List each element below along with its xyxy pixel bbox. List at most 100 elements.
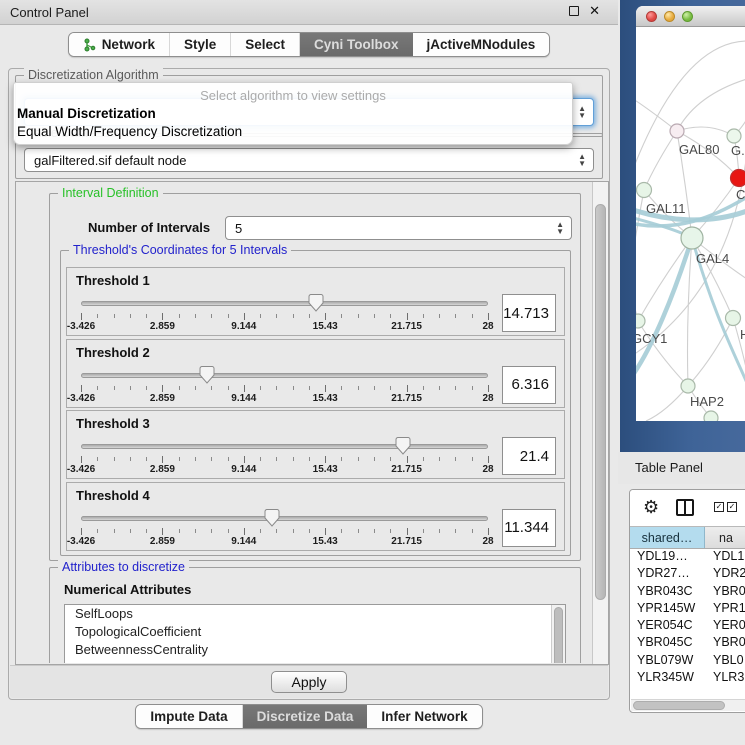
tick-label: 15.43 (313, 536, 338, 547)
attribute-list-item[interactable]: SelfLoops (65, 605, 565, 623)
tab-cyni-toolbox[interactable]: Cyni Toolbox (300, 33, 413, 56)
mac-minimize-icon[interactable] (664, 11, 675, 22)
tick-mark (146, 529, 147, 533)
dropdown-item-equal-width-frequency[interactable]: Equal Width/Frequency Discretization (14, 123, 572, 141)
num-intervals-combobox[interactable]: 5 ▲▼ (225, 216, 572, 240)
tick-mark (472, 386, 473, 390)
tick-label: -3.426 (67, 536, 95, 547)
tab-select[interactable]: Select (231, 33, 300, 56)
select-columns-icons[interactable]: ✓ ✓ (714, 502, 737, 512)
threshold-value-field[interactable]: 11.344 (502, 509, 556, 547)
threshold-value-field[interactable]: 21.4 (502, 437, 556, 475)
close-icon[interactable]: ✕ (589, 5, 600, 17)
tick-mark (407, 385, 408, 392)
network-node-g-[interactable] (727, 129, 741, 143)
tick-mark (179, 529, 180, 533)
table-row[interactable]: YBR045CYBR0 (630, 635, 745, 652)
network-node[interactable] (704, 411, 718, 421)
checkbox-icon[interactable]: ✓ (714, 502, 724, 512)
tick-mark (488, 528, 489, 535)
network-node-h[interactable] (726, 311, 741, 326)
threshold-value-field[interactable]: 14.713 (502, 294, 556, 332)
network-node-hap2[interactable] (681, 379, 695, 393)
node-label: GAL80 (679, 142, 719, 157)
network-edge[interactable] (646, 386, 688, 421)
tab-impute-data[interactable]: Impute Data (136, 705, 242, 728)
slider-thumb[interactable] (265, 509, 280, 527)
tab-infer-network[interactable]: Infer Network (367, 705, 481, 728)
attributes-list[interactable]: SelfLoopsTopologicalCoefficientBetweenne… (64, 604, 566, 663)
cell-name: YIL0 (705, 687, 745, 688)
network-node-gal80[interactable] (670, 124, 684, 138)
slider-thumb[interactable] (200, 366, 215, 384)
network-edge[interactable] (688, 318, 733, 386)
network-edge[interactable] (636, 97, 677, 131)
mac-zoom-icon[interactable] (682, 11, 693, 22)
network-edge[interactable] (636, 190, 644, 272)
threshold-slider[interactable]: -3.4262.8599.14415.4321.71528 (81, 292, 488, 334)
tick-mark (211, 457, 212, 461)
table-row[interactable]: YER054CYER0 (630, 618, 745, 635)
slider-thumb[interactable] (395, 437, 410, 455)
slider-thumb[interactable] (308, 294, 323, 312)
table-row[interactable]: YIL052CYIL0 (630, 687, 745, 688)
columns-icon[interactable] (676, 499, 694, 516)
attribute-list-item[interactable]: BetweennessCentrality (65, 641, 565, 659)
network-node-gal4[interactable] (681, 227, 703, 249)
network-edge[interactable] (644, 131, 677, 190)
network-edge[interactable] (677, 79, 745, 131)
network-edge[interactable] (692, 238, 733, 318)
dropdown-item-manual-discretization[interactable]: Manual Discretization (14, 105, 572, 123)
network-canvas[interactable]: GAL80G.CGAL11GAL4GCY1HHAP2 (636, 27, 745, 421)
threshold-slider[interactable]: -3.4262.8599.14415.4321.71528 (81, 507, 488, 549)
tab-network[interactable]: Network (69, 33, 170, 56)
tick-label: 2.859 (150, 393, 175, 404)
tick-mark (309, 386, 310, 390)
settings-vertical-scrollbar[interactable] (592, 182, 608, 664)
table-row[interactable]: YBR043CYBR0 (630, 584, 745, 601)
network-node-gal11[interactable] (637, 183, 652, 198)
numerical-attributes-label: Numerical Attributes (64, 582, 191, 597)
checkbox-icon[interactable]: ✓ (727, 502, 737, 512)
gear-icon[interactable]: ⚙ (643, 498, 659, 516)
threshold-label: Threshold 3 (76, 416, 150, 431)
network-node-gcy1[interactable] (636, 314, 645, 328)
threshold-slider[interactable]: -3.4262.8599.14415.4321.71528 (81, 364, 488, 406)
mac-close-icon[interactable] (646, 11, 657, 22)
network-node-c[interactable] (731, 170, 745, 187)
slider-ticks (81, 456, 488, 464)
tick-mark (228, 386, 229, 390)
node-label: G. (731, 143, 745, 158)
tick-mark (455, 457, 456, 461)
table-row[interactable]: YLR345WYLR3 (630, 670, 745, 687)
tick-label: 21.715 (391, 393, 422, 404)
combo-arrows-icon: ▲▼ (556, 221, 564, 235)
tab-style[interactable]: Style (170, 33, 231, 56)
table-row[interactable]: YPR145WYPR1 (630, 601, 745, 618)
table-data-combobox[interactable]: galFiltered.sif default node ▲▼ (24, 148, 594, 172)
threshold-slider[interactable]: -3.4262.8599.14415.4321.71528 (81, 435, 488, 477)
table-row[interactable]: YBL079WYBL0 (630, 653, 745, 670)
table-row[interactable]: YDR27…YDR2 (630, 566, 745, 583)
tick-mark (228, 314, 229, 318)
float-window-icon[interactable] (569, 6, 579, 16)
cell-name: YPR1 (705, 601, 745, 618)
node-label: C (736, 187, 745, 202)
tick-label: 2.859 (150, 536, 175, 547)
tab-jactivemnodules[interactable]: jActiveMNodules (413, 33, 550, 56)
table-horizontal-scrollbar[interactable] (631, 699, 745, 711)
threshold-value-field[interactable]: 6.316 (502, 366, 556, 404)
tick-label: 28 (482, 464, 493, 475)
apply-button[interactable]: Apply (271, 671, 346, 693)
network-edge[interactable] (688, 238, 693, 386)
column-header-name[interactable]: na (705, 527, 745, 548)
table-row[interactable]: YDL19…YDL1 (630, 549, 745, 566)
tick-mark (309, 457, 310, 461)
network-edge[interactable] (677, 127, 734, 136)
attributes-list-scrollbar[interactable] (551, 605, 565, 663)
tab-discretize-data[interactable]: Discretize Data (243, 705, 368, 728)
attribute-list-item[interactable]: TopologicalCoefficient (65, 623, 565, 641)
tick-mark (179, 457, 180, 461)
apply-strip: Apply (10, 665, 608, 698)
column-header-shared-name[interactable]: shared… (630, 527, 705, 548)
